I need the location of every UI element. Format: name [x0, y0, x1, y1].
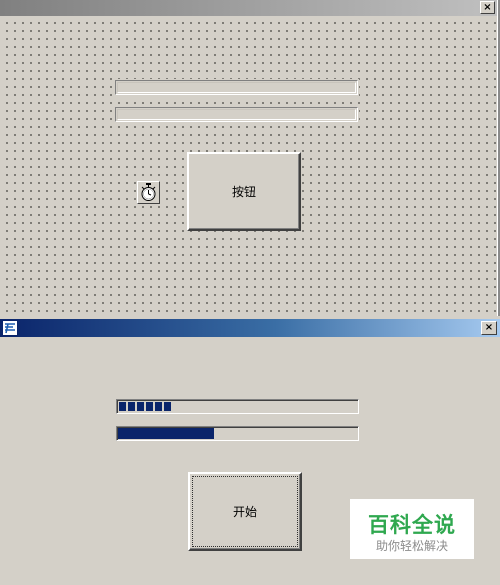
- watermark-subtitle: 助你轻松解决: [375, 539, 448, 553]
- designer-close-button[interactable]: ×: [480, 1, 495, 14]
- smooth-progress-bar: [116, 426, 359, 441]
- progress-segment: [137, 402, 144, 411]
- design-grid-surface[interactable]: 按钮: [0, 16, 498, 316]
- stopwatch-icon-graphic: [141, 183, 156, 201]
- smooth-progress-fill: [118, 428, 214, 439]
- baike-watermark: 百科全说 助你轻松解决: [350, 499, 474, 559]
- designer-progress-bar-2[interactable]: [114, 106, 359, 123]
- progress-segment: [164, 402, 171, 411]
- designer-title-bar: [0, 0, 500, 16]
- designer-command-button-label: 按钮: [231, 185, 256, 199]
- start-button[interactable]: 开始: [188, 472, 302, 551]
- segmented-progress-bar: [116, 399, 359, 414]
- progress-segment: [128, 402, 135, 411]
- progress-segment: [119, 402, 126, 411]
- designer-command-button[interactable]: 按钮: [187, 152, 301, 231]
- progress-segment: [155, 402, 162, 411]
- form-designer-window: × 按钮: [0, 0, 500, 316]
- runtime-title-bar[interactable]: ×: [0, 319, 500, 337]
- watermark-title: 百科全说: [368, 513, 456, 537]
- progress-segment: [146, 402, 153, 411]
- app-icon[interactable]: [2, 320, 18, 336]
- runtime-close-button[interactable]: ×: [481, 321, 497, 335]
- stopwatch-icon[interactable]: [137, 181, 160, 204]
- designer-progress-bar-1[interactable]: [114, 79, 359, 96]
